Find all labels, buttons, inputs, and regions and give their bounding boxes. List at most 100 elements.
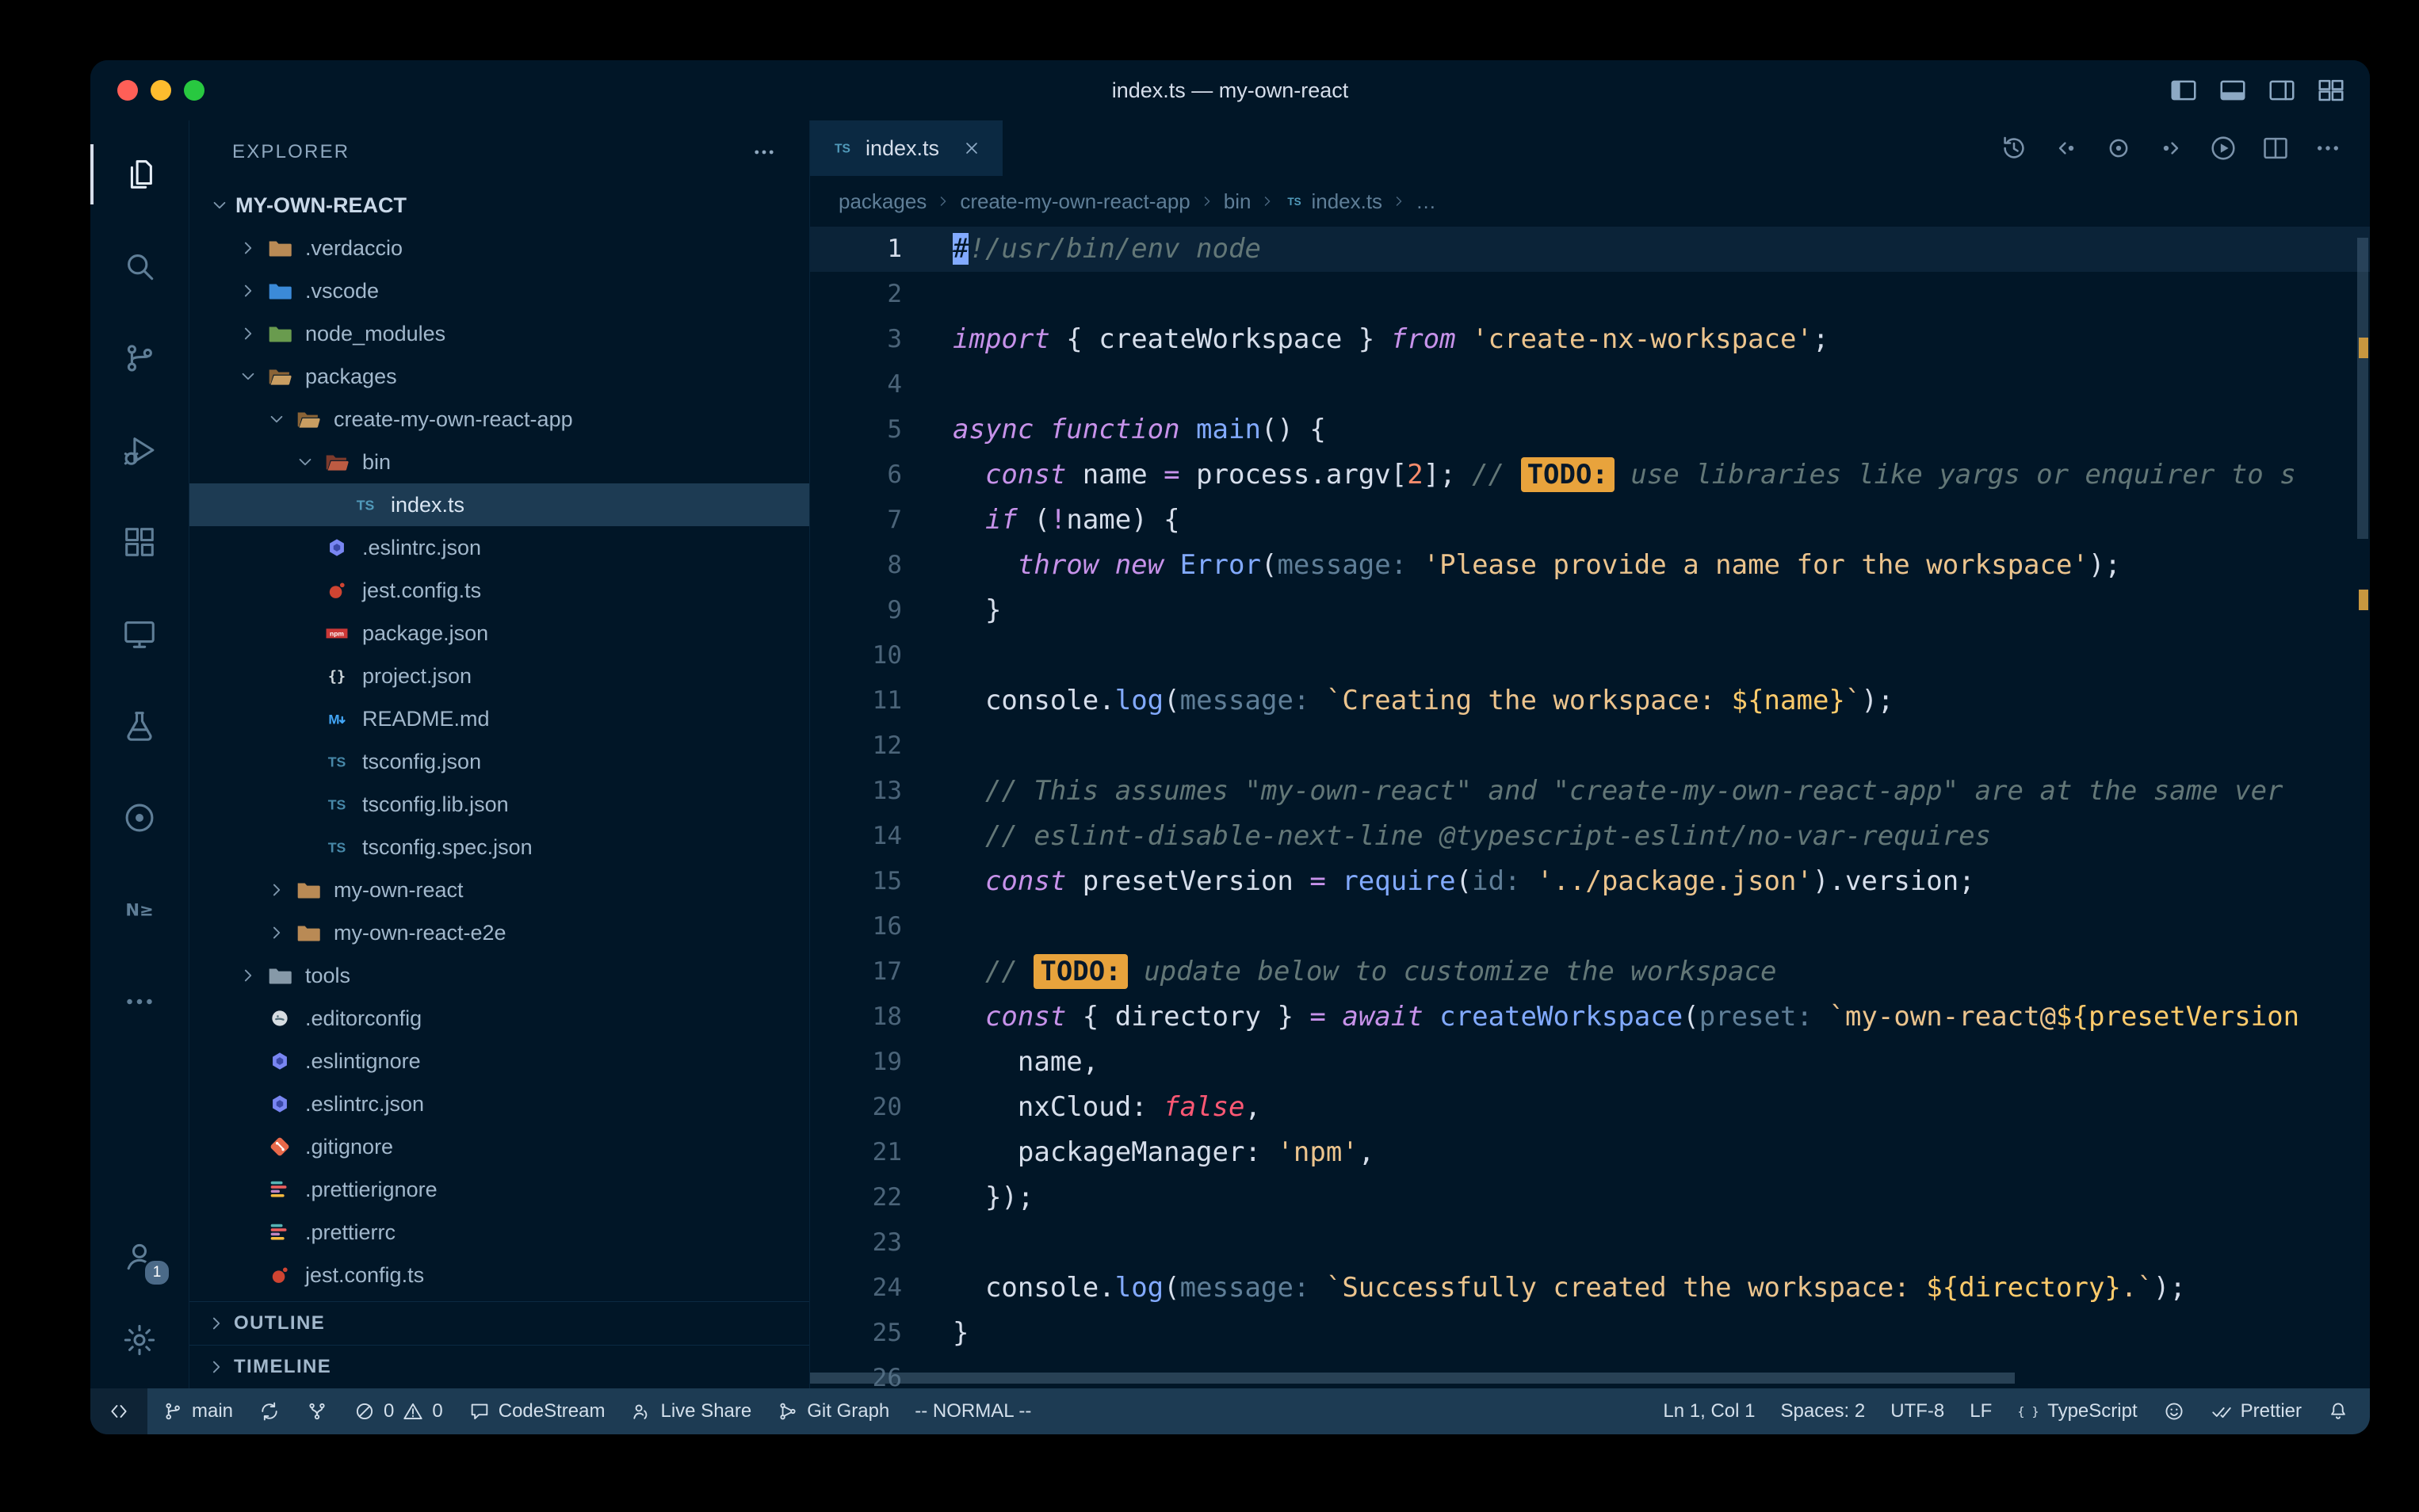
code-line-18[interactable]: 18 const { directory } = await createWor…	[810, 995, 2370, 1040]
line-number[interactable]: 24	[810, 1266, 902, 1311]
status-encoding[interactable]: UTF-8	[1878, 1388, 1957, 1434]
activity-remote-explorer-button[interactable]	[90, 588, 189, 680]
status-language-mode[interactable]: { }TypeScript	[2004, 1388, 2150, 1434]
chevron-down-icon[interactable]	[232, 361, 264, 392]
tree-item-prettierignore[interactable]: .prettierignore	[189, 1168, 809, 1211]
line-number[interactable]: 17	[810, 949, 902, 995]
code-line-20[interactable]: 20 nxCloud: false,	[810, 1085, 2370, 1130]
tree-item-tsconfig-spec-json[interactable]: TStsconfig.spec.json	[189, 826, 809, 869]
vertical-scrollbar[interactable]	[2357, 238, 2368, 539]
line-number[interactable]: 5	[810, 407, 902, 452]
activity-settings-button[interactable]	[90, 1298, 189, 1382]
status-git-graph[interactable]: Git Graph	[764, 1388, 902, 1434]
code-line-content[interactable]: // eslint-disable-next-line @typescript-…	[902, 814, 2370, 859]
activity-explorer-button[interactable]	[90, 128, 189, 220]
history-button[interactable]	[1999, 133, 2029, 163]
activity-source-control-button[interactable]	[90, 312, 189, 404]
code-line-content[interactable]: }	[902, 1311, 2370, 1356]
code-line-4[interactable]: 4	[810, 362, 2370, 407]
close-button[interactable]	[117, 80, 138, 101]
line-number[interactable]: 25	[810, 1311, 902, 1356]
code-line-15[interactable]: 15 const presetVersion = require(id: '..…	[810, 859, 2370, 904]
status-vim-mode[interactable]: -- NORMAL --	[902, 1388, 1044, 1434]
line-number[interactable]: 6	[810, 452, 902, 498]
code-line-24[interactable]: 24 console.log(message: `Successfully cr…	[810, 1266, 2370, 1311]
timeline-section-header[interactable]: TIMELINE	[189, 1345, 809, 1388]
tree-item-jest-config-ts[interactable]: jest.config.ts	[189, 1254, 809, 1296]
code-line-9[interactable]: 9 }	[810, 588, 2370, 633]
chevron-down-icon[interactable]	[289, 446, 321, 478]
marker-dot-button[interactable]	[2104, 133, 2134, 163]
code-line-content[interactable]: name,	[902, 1040, 2370, 1085]
status-git-branch[interactable]: main	[149, 1388, 246, 1434]
tree-item-verdaccio[interactable]: .verdaccio	[189, 227, 809, 269]
tree-item-eslintrc-json[interactable]: .eslintrc.json	[189, 1082, 809, 1125]
code-line-content[interactable]: // This assumes "my-own-react" and "crea…	[902, 769, 2370, 814]
tree-item-my-own-react[interactable]: MY-OWN-REACT	[189, 184, 809, 227]
line-number[interactable]: 1	[810, 227, 902, 272]
tree-item-tsconfig-json[interactable]: TStsconfig.json	[189, 740, 809, 783]
status-sync-changes[interactable]	[246, 1388, 293, 1434]
layout-grid-button[interactable]	[2316, 75, 2346, 105]
code-line-7[interactable]: 7 if (!name) {	[810, 498, 2370, 543]
line-number[interactable]: 2	[810, 272, 902, 317]
activity-nx-console-button[interactable]: N≥	[90, 864, 189, 956]
code-line-10[interactable]: 10	[810, 633, 2370, 678]
chevron-right-icon[interactable]	[232, 318, 264, 349]
code-line-content[interactable]: console.log(message: `Creating the works…	[902, 678, 2370, 724]
activity-extensions-button[interactable]	[90, 496, 189, 588]
code-line-content[interactable]: const name = process.argv[2]; // TODO: u…	[902, 452, 2370, 498]
chevron-right-icon[interactable]	[261, 874, 292, 906]
code-line-content[interactable]	[902, 362, 2370, 407]
status-remote-indicator[interactable]	[90, 1388, 147, 1434]
chevron-down-icon[interactable]	[204, 189, 235, 221]
code-line-content[interactable]: const presetVersion = require(id: '../pa…	[902, 859, 2370, 904]
line-number[interactable]: 10	[810, 633, 902, 678]
tree-item-index-ts[interactable]: TSindex.ts	[189, 483, 809, 526]
code-line-22[interactable]: 22 });	[810, 1175, 2370, 1220]
code-line-12[interactable]: 12	[810, 724, 2370, 769]
code-line-11[interactable]: 11 console.log(message: `Creating the wo…	[810, 678, 2370, 724]
code-line-16[interactable]: 16	[810, 904, 2370, 949]
line-number[interactable]: 22	[810, 1175, 902, 1220]
tree-item-jest-config-ts[interactable]: jest.config.ts	[189, 569, 809, 612]
layout-sidebar-left-button[interactable]	[2169, 75, 2199, 105]
chevron-right-icon[interactable]	[232, 960, 264, 991]
chevron-right-icon[interactable]	[232, 232, 264, 264]
code-line-content[interactable]: #!/usr/bin/env node	[902, 227, 2370, 272]
line-number[interactable]: 19	[810, 1040, 902, 1085]
tree-item-packages[interactable]: packages	[189, 355, 809, 398]
code-line-25[interactable]: 25}	[810, 1311, 2370, 1356]
line-number[interactable]: 21	[810, 1130, 902, 1175]
code-line-content[interactable]: });	[902, 1175, 2370, 1220]
status-feedback[interactable]	[2150, 1388, 2198, 1434]
code-line-content[interactable]: import { createWorkspace } from 'create-…	[902, 317, 2370, 362]
chevron-down-icon[interactable]	[261, 403, 292, 435]
line-number[interactable]: 18	[810, 995, 902, 1040]
code-line-8[interactable]: 8 throw new Error(message: 'Please provi…	[810, 543, 2370, 588]
tree-item-my-own-react[interactable]: my-own-react	[189, 869, 809, 911]
tree-item-readme-md[interactable]: MREADME.md	[189, 697, 809, 740]
line-number[interactable]: 13	[810, 769, 902, 814]
code-line-content[interactable]: async function main() {	[902, 407, 2370, 452]
line-number[interactable]: 20	[810, 1085, 902, 1130]
line-number[interactable]: 11	[810, 678, 902, 724]
code-line-13[interactable]: 13 // This assumes "my-own-react" and "c…	[810, 769, 2370, 814]
code-line-content[interactable]	[902, 272, 2370, 317]
status-prettier[interactable]: Prettier	[2198, 1388, 2314, 1434]
chevron-right-icon[interactable]	[261, 917, 292, 949]
breadcrumb-item-bin[interactable]: bin	[1224, 189, 1252, 214]
code-line-6[interactable]: 6 const name = process.argv[2]; // TODO:…	[810, 452, 2370, 498]
status-live-share[interactable]: Live Share	[617, 1388, 764, 1434]
code-line-5[interactable]: 5async function main() {	[810, 407, 2370, 452]
code-line-21[interactable]: 21 packageManager: 'npm',	[810, 1130, 2370, 1175]
layout-panel-button[interactable]	[2218, 75, 2248, 105]
tree-item-package-json[interactable]: npmpackage.json	[189, 612, 809, 655]
tree-item-node-modules[interactable]: node_modules	[189, 312, 809, 355]
status-indentation[interactable]: Spaces: 2	[1768, 1388, 1878, 1434]
tree-item-project-json[interactable]: {}project.json	[189, 655, 809, 697]
tree-item-tools[interactable]: tools	[189, 954, 809, 997]
code-line-1[interactable]: 1#!/usr/bin/env node	[810, 227, 2370, 272]
marker-next-button[interactable]	[2156, 133, 2186, 163]
activity-run-debug-button[interactable]	[90, 404, 189, 496]
